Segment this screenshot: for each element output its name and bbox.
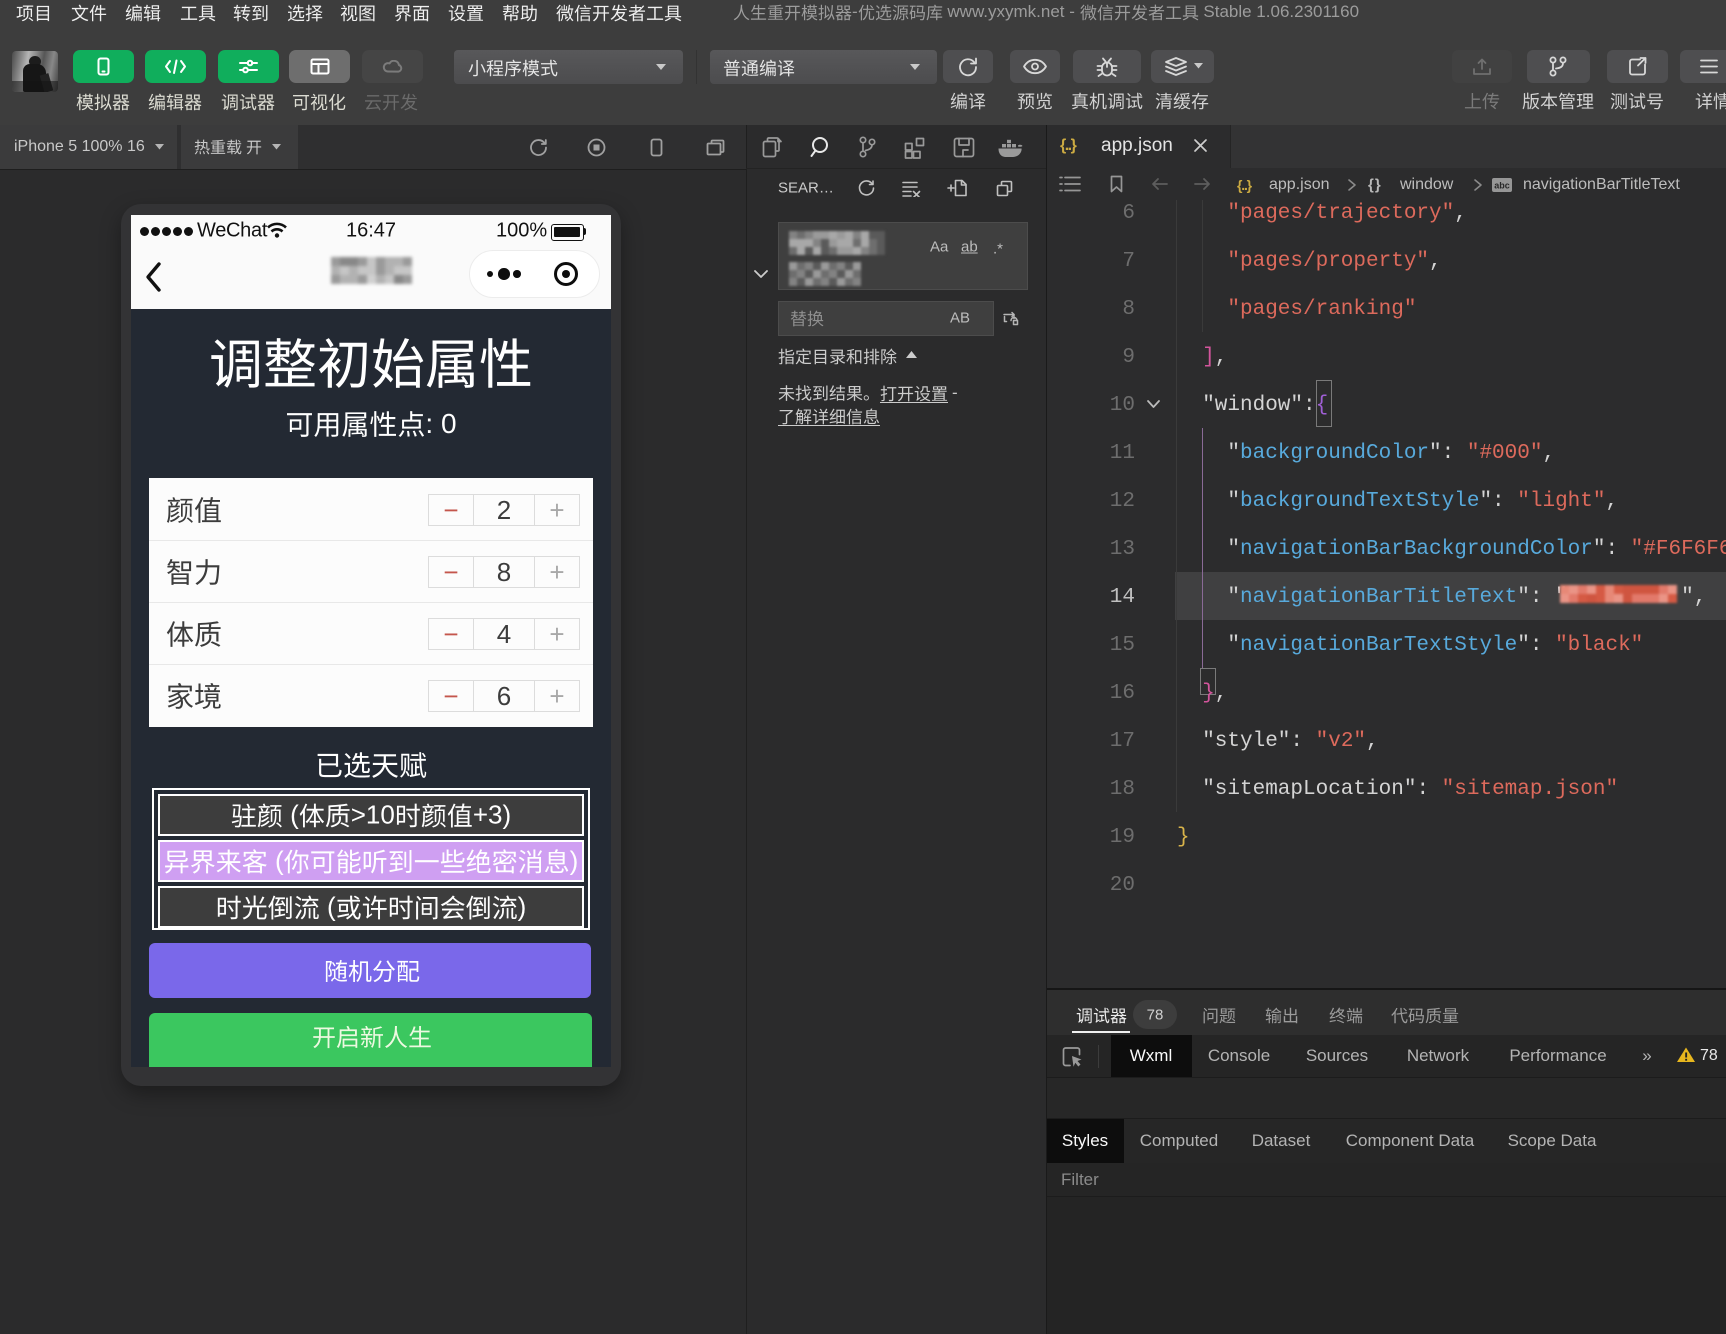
- svg-text:abc: abc: [1494, 181, 1510, 191]
